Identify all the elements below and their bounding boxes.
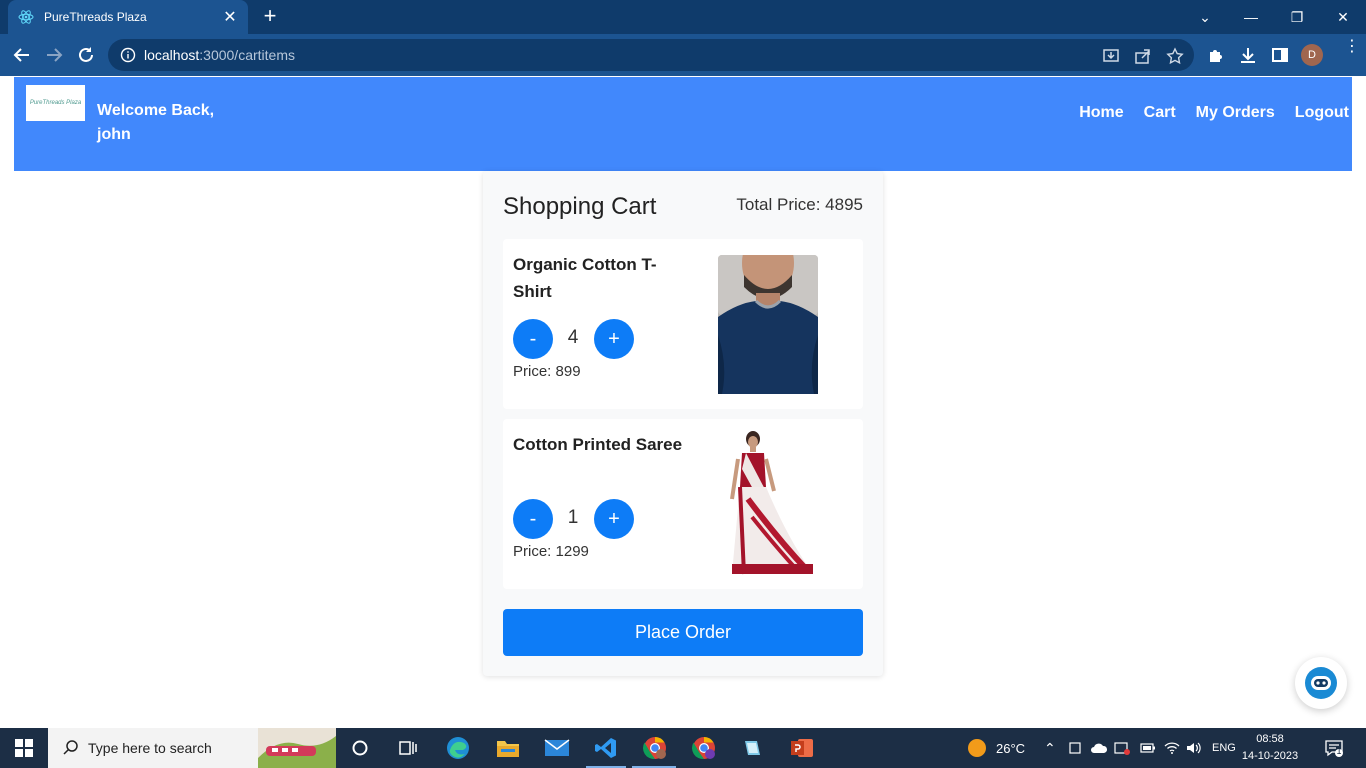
brand-logo[interactable]: PureThreads Plaza bbox=[26, 85, 85, 121]
windows-taskbar: Type here to search 26°C ⌃ ENG 08:58 14-… bbox=[0, 728, 1366, 768]
input-language[interactable]: ENG bbox=[1212, 728, 1236, 768]
windows-start-button[interactable] bbox=[0, 728, 48, 768]
react-favicon-icon bbox=[18, 9, 34, 25]
share-icon[interactable] bbox=[1134, 47, 1152, 65]
tshirt-product-image bbox=[718, 255, 818, 394]
minimize-button[interactable]: — bbox=[1228, 0, 1274, 34]
powerpoint-icon[interactable] bbox=[788, 734, 816, 762]
increase-quantity-button[interactable]: + bbox=[594, 499, 634, 539]
weather-temperature: 26°C bbox=[996, 740, 1026, 756]
tab-close-icon[interactable]: ✕ bbox=[222, 7, 238, 27]
nav-logout-link[interactable]: Logout bbox=[1295, 104, 1349, 122]
item-price: Price: 1299 bbox=[513, 543, 589, 560]
browser-menu-icon[interactable]: ⋮ bbox=[1344, 39, 1360, 55]
nav-my-orders-link[interactable]: My Orders bbox=[1196, 104, 1275, 122]
forward-arrow-icon[interactable] bbox=[42, 43, 66, 67]
side-panel-icon[interactable] bbox=[1271, 46, 1289, 64]
chatbot-button[interactable] bbox=[1295, 657, 1347, 709]
welcome-text: Welcome Back, bbox=[97, 102, 215, 119]
system-clock[interactable]: 08:58 14-10-2023 bbox=[1240, 731, 1300, 765]
search-highlight-illustration-icon bbox=[258, 728, 336, 768]
browser-tab-bar: PureThreads Plaza ✕ + ⌄ — ❐ ✕ bbox=[0, 0, 1366, 34]
item-quantity: 1 bbox=[567, 507, 579, 528]
downloads-icon[interactable] bbox=[1239, 46, 1257, 64]
item-name: Cotton Printed Saree bbox=[513, 435, 683, 454]
file-explorer-icon[interactable] bbox=[494, 734, 522, 762]
install-app-icon[interactable] bbox=[1102, 47, 1120, 65]
chrome-profile-d-icon[interactable] bbox=[640, 734, 670, 762]
show-hidden-icons-chevron-icon[interactable]: ⌃ bbox=[1044, 728, 1056, 768]
notification-center-icon[interactable]: 1 bbox=[1324, 728, 1344, 768]
security-alert-icon[interactable] bbox=[1114, 728, 1130, 768]
saree-product-image bbox=[730, 431, 813, 575]
extensions-puzzle-icon[interactable] bbox=[1207, 46, 1225, 64]
clock-time: 08:58 bbox=[1256, 733, 1284, 745]
item-name: Organic Cotton T-Shirt bbox=[513, 255, 657, 301]
cortana-icon[interactable] bbox=[346, 734, 374, 762]
welcome-username: john bbox=[97, 126, 131, 143]
search-placeholder: Type here to search bbox=[88, 740, 212, 756]
close-window-button[interactable]: ✕ bbox=[1320, 0, 1366, 34]
url-host: localhost bbox=[144, 47, 200, 63]
windows-logo-icon bbox=[15, 739, 33, 757]
main-nav: Home Cart My Orders Logout bbox=[1079, 104, 1352, 122]
place-order-button[interactable]: Place Order bbox=[503, 609, 863, 656]
restore-button[interactable]: ❐ bbox=[1274, 0, 1320, 34]
notes-app-icon[interactable] bbox=[738, 734, 766, 762]
edge-browser-icon[interactable] bbox=[444, 734, 472, 762]
decrease-quantity-button[interactable]: - bbox=[513, 319, 553, 359]
search-icon bbox=[63, 740, 78, 755]
tab-search-chevron-icon[interactable]: ⌄ bbox=[1182, 0, 1228, 34]
profile-avatar[interactable]: D bbox=[1301, 44, 1323, 66]
address-bar[interactable]: localhost:3000/cartitems bbox=[108, 39, 1194, 71]
onedrive-cloud-icon[interactable] bbox=[1090, 728, 1108, 768]
new-tab-button[interactable]: + bbox=[258, 4, 282, 28]
tab-title: PureThreads Plaza bbox=[44, 10, 147, 24]
mail-icon[interactable] bbox=[543, 734, 571, 762]
sun-weather-icon bbox=[968, 739, 986, 757]
back-arrow-icon[interactable] bbox=[10, 43, 34, 67]
volume-speaker-icon[interactable] bbox=[1186, 728, 1202, 768]
taskbar-search-box[interactable]: Type here to search bbox=[48, 728, 336, 768]
browser-tab[interactable]: PureThreads Plaza ✕ bbox=[8, 0, 248, 34]
chrome-profile-s-icon[interactable] bbox=[690, 734, 718, 762]
nav-home-link[interactable]: Home bbox=[1079, 104, 1123, 122]
item-price: Price: 899 bbox=[513, 363, 581, 380]
reload-icon[interactable] bbox=[74, 43, 98, 67]
task-view-icon[interactable] bbox=[394, 734, 422, 762]
welcome-message: Welcome Back, john bbox=[97, 99, 237, 147]
chatbot-robot-icon bbox=[1305, 667, 1337, 699]
meet-now-icon[interactable] bbox=[1068, 728, 1082, 768]
cart-item: Organic Cotton T-Shirt - 4 + Price: 899 bbox=[503, 239, 863, 409]
clock-date: 14-10-2023 bbox=[1241, 750, 1299, 762]
increase-quantity-button[interactable]: + bbox=[594, 319, 634, 359]
bookmark-star-icon[interactable] bbox=[1166, 47, 1184, 65]
battery-icon[interactable] bbox=[1140, 728, 1156, 768]
notification-count-badge: 1 bbox=[1336, 746, 1342, 756]
vscode-icon[interactable] bbox=[592, 734, 620, 762]
cart-total-price: Total Price: 4895 bbox=[736, 195, 863, 214]
item-quantity: 4 bbox=[567, 327, 579, 348]
decrease-quantity-button[interactable]: - bbox=[513, 499, 553, 539]
weather-widget[interactable]: 26°C bbox=[966, 728, 1025, 768]
cart-title: Shopping Cart bbox=[503, 193, 657, 220]
app-header: PureThreads Plaza Welcome Back, john Hom… bbox=[14, 77, 1352, 171]
browser-toolbar: localhost:3000/cartitems bbox=[0, 34, 1366, 76]
cart-item: Cotton Printed Saree - 1 + Price: 1299 bbox=[503, 419, 863, 589]
wifi-icon[interactable] bbox=[1164, 728, 1180, 768]
shopping-cart-card: Shopping Cart Total Price: 4895 Organic … bbox=[483, 171, 883, 676]
nav-cart-link[interactable]: Cart bbox=[1144, 104, 1176, 122]
site-info-icon[interactable] bbox=[120, 47, 136, 63]
url-path: :3000/cartitems bbox=[199, 47, 295, 63]
